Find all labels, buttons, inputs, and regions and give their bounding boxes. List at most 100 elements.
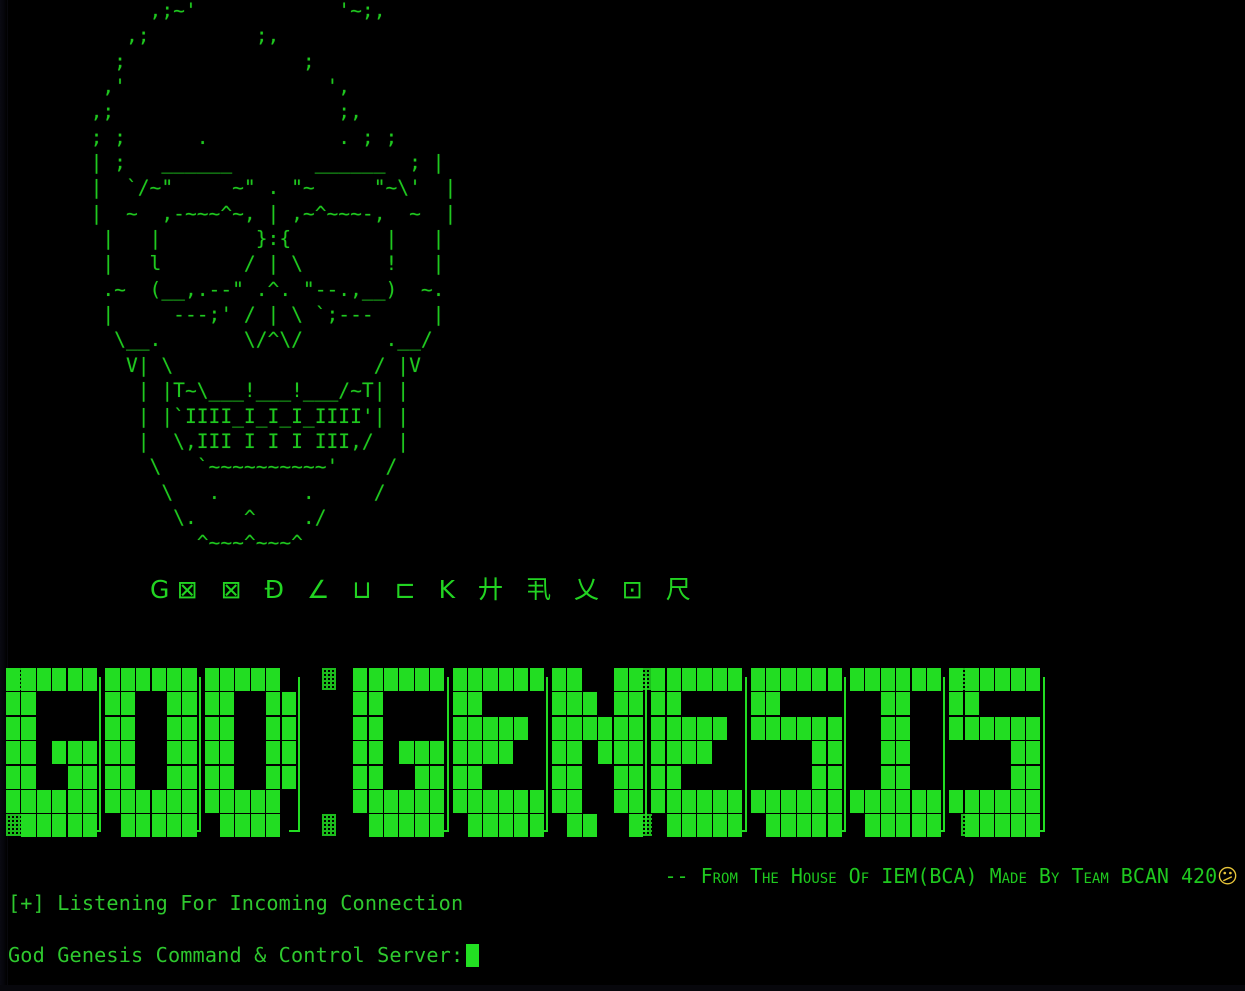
logo-block-cell (166, 814, 182, 838)
logo-block-cell (368, 741, 383, 765)
logo-block-cell (136, 668, 151, 691)
logo-block-cell (120, 790, 135, 813)
logo-block-cell (368, 790, 383, 813)
logo-block-cell (682, 790, 697, 813)
logo-block-cell (1010, 765, 1026, 789)
god-genesis-block-logo (6, 668, 1045, 843)
logo-block-cell (911, 790, 926, 813)
logo-block-cell (120, 741, 135, 765)
logo-block-cell (514, 790, 529, 813)
logo-block-cell (666, 668, 681, 691)
logo-block-cell (52, 790, 67, 813)
logo-block-cell (21, 765, 36, 789)
logo-block-cell (949, 716, 964, 740)
logo-block-cell (514, 814, 529, 838)
logo-block-cell (266, 716, 281, 740)
logo-block-cell (567, 790, 582, 813)
logo-block-cell (613, 668, 628, 691)
logo-block-cell (353, 692, 368, 716)
logo-block-cell (235, 668, 250, 691)
logo-block-cell (865, 668, 880, 691)
logo-block-cell (220, 790, 235, 813)
logo-block-cell (896, 814, 911, 838)
logo-block-cell (849, 668, 865, 691)
logo-block-cell (567, 765, 582, 789)
logo-block-outline (437, 676, 449, 833)
logo-block-cell (796, 814, 811, 838)
logo-block-cell (220, 741, 235, 765)
logo-block-cell (812, 716, 827, 740)
logo-block-cell (136, 790, 151, 813)
logo-block-cell (697, 741, 712, 765)
logo-block-cell (483, 716, 498, 740)
logo-block-outline (636, 676, 648, 833)
logo-block-cell (52, 814, 67, 838)
logo-block-cell (353, 716, 368, 740)
logo-block-cell (468, 668, 483, 691)
skull-ascii-art: ,;~' '~;, ,; ;, ; ; ,' ', ,; ;, ; ; . . … (90, 0, 457, 555)
logo-block-cell (765, 692, 781, 716)
logo-block-cell (483, 741, 498, 765)
logo-block-cell (812, 814, 827, 838)
logo-block-cell (1010, 716, 1026, 740)
logo-shade-block (960, 814, 976, 837)
logo-block-cell (399, 668, 414, 691)
logo-block-cell (865, 814, 880, 838)
logo-block-cell (896, 692, 911, 716)
command-prompt[interactable]: God Genesis Command & Control Server: (8, 942, 480, 968)
logo-block-cell (995, 814, 1010, 838)
logo-block-cell (452, 741, 467, 765)
logo-block-cell (651, 765, 666, 789)
logo-block-cell (1010, 741, 1026, 765)
logo-block-cell (414, 741, 430, 765)
logo-block-cell (896, 716, 911, 740)
logo-block-cell (697, 790, 712, 813)
logo-block-cell (567, 668, 582, 691)
logo-block-cell (712, 668, 728, 691)
logo-block-cell (582, 716, 597, 740)
logo-block-cell (796, 790, 811, 813)
logo-block-cell (849, 790, 865, 813)
logo-block-outline (1033, 676, 1045, 833)
scrollbar-horizontal[interactable] (0, 985, 1245, 991)
logo-block-cell (995, 790, 1010, 813)
logo-block-cell (120, 692, 135, 716)
logo-block-cell (911, 668, 926, 691)
logo-block-cell (651, 741, 666, 765)
logo-block-cell (6, 790, 21, 813)
logo-block-cell (980, 814, 995, 838)
logo-block-cell (514, 668, 529, 691)
logo-shade-block (637, 814, 653, 837)
logo-block-cell (781, 668, 796, 691)
logo-block-cell (384, 790, 399, 813)
logo-block-cell (995, 668, 1010, 691)
logo-shade-block (321, 668, 337, 690)
logo-block-cell (567, 716, 582, 740)
logo-block-cell (204, 692, 219, 716)
logo-block-cell (483, 668, 498, 691)
logo-block-cell (880, 668, 895, 691)
logo-block-cell (514, 716, 529, 740)
logo-block-cell (468, 741, 483, 765)
logo-block-cell (266, 741, 281, 765)
logo-block-cell (682, 668, 697, 691)
logo-block-cell (567, 692, 582, 716)
logo-block-cell (151, 790, 166, 813)
logo-block-cell (880, 790, 895, 813)
logo-block-cell (498, 741, 513, 765)
logo-block-cell (712, 814, 728, 838)
logo-block-cell (896, 741, 911, 765)
logo-block-cell (781, 716, 796, 740)
logo-block-cell (651, 790, 666, 813)
logo-block-cell (666, 716, 681, 740)
logo-block-cell (105, 790, 120, 813)
logo-block-outline (90, 676, 102, 833)
logo-block-cell (204, 668, 219, 691)
logo-block-cell (151, 668, 166, 691)
logo-block-cell (6, 741, 21, 765)
logo-block-cell (682, 814, 697, 838)
logo-block-cell (765, 716, 781, 740)
logo-block-cell (613, 765, 628, 789)
logo-block-cell (368, 692, 383, 716)
logo-block-cell (52, 741, 67, 765)
